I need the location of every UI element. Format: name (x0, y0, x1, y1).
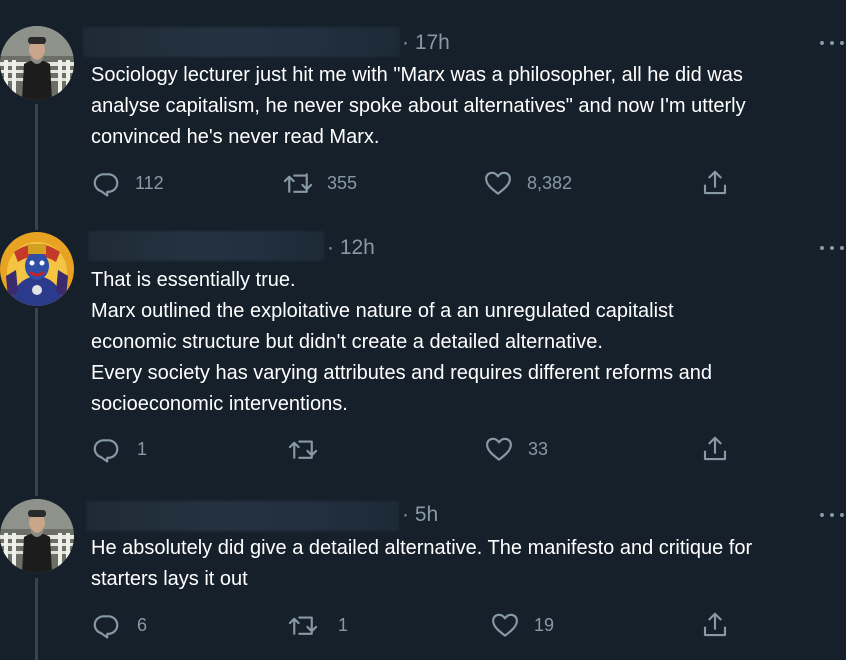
retweet-count: 1 (338, 614, 349, 635)
more-icon[interactable] (820, 510, 846, 520)
share-button[interactable] (700, 610, 730, 640)
like-button[interactable]: 19 (490, 610, 554, 640)
tweet-text-line: starters lays it out (91, 568, 248, 590)
share-icon (703, 612, 727, 637)
retweet-icon (288, 616, 318, 635)
tweet-timestamp[interactable]: · 5h (402, 503, 438, 527)
retweet-button[interactable]: 1 (288, 610, 348, 640)
tweet-text-line: He absolutely did give a detailed altern… (91, 537, 753, 559)
like-icon (492, 613, 518, 637)
reply-button[interactable]: 6 (91, 610, 147, 640)
reply-icon (93, 615, 119, 639)
tweet[interactable]: · 5h He absolutely did give a detailed a… (0, 0, 846, 660)
like-count: 19 (534, 614, 555, 635)
reply-count: 6 (137, 614, 148, 635)
tweet-text: He absolutely did give a detailed altern… (91, 533, 841, 595)
author-name-redacted[interactable] (86, 501, 399, 531)
conversation-thread: · 17h Sociology lecturer just hit me wit… (0, 0, 846, 660)
avatar[interactable] (0, 499, 74, 573)
